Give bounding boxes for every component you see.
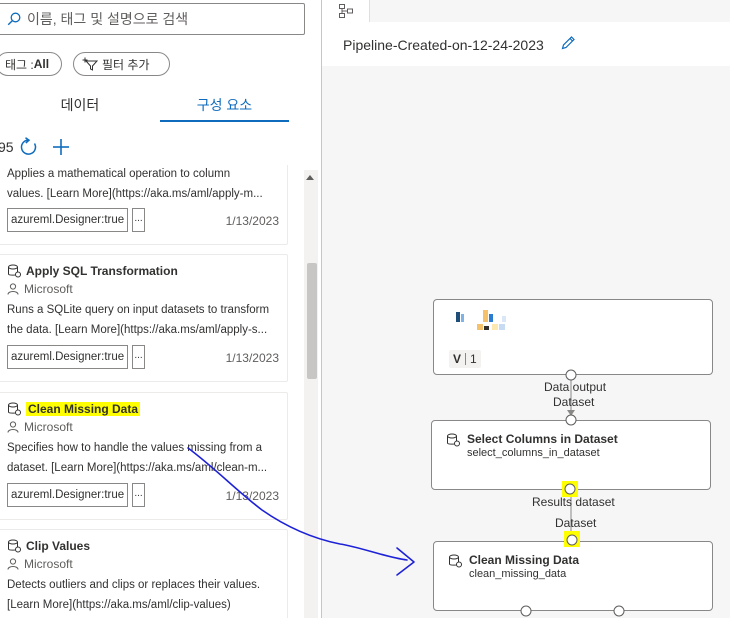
- component-card[interactable]: Applies a mathematical operation to colu…: [0, 165, 288, 245]
- component-description-line: Detects outliers and clips or replaces t…: [7, 579, 261, 591]
- more-tags-button[interactable]: ...: [132, 208, 145, 232]
- add-filter-label: 필터 추가: [102, 57, 150, 72]
- component-card[interactable]: Clean Missing Data Microsoft Specifies h…: [0, 392, 288, 520]
- component-icon: [8, 402, 21, 416]
- component-title: Apply SQL Transformation: [7, 264, 178, 278]
- scroll-up-arrow-icon[interactable]: [306, 175, 314, 180]
- active-tab-indicator: [160, 120, 289, 122]
- port-handle[interactable]: [613, 605, 625, 617]
- component-description-line: Applies a mathematical operation to colu…: [7, 168, 231, 180]
- port-handle[interactable]: [565, 414, 577, 426]
- component-card[interactable]: Clip Values Microsoft Detects outliers a…: [0, 529, 288, 618]
- component-author-text: Microsoft: [24, 557, 73, 571]
- component-tag[interactable]: azureml.Designer:true: [7, 208, 128, 232]
- component-date: 1/13/2023: [225, 351, 279, 365]
- component-list: Applies a mathematical operation to colu…: [0, 165, 302, 618]
- pipeline-ports: [520, 369, 625, 617]
- component-description-line: the data. [Learn More](https://aka.ms/am…: [7, 324, 268, 336]
- component-author: Microsoft: [7, 557, 73, 571]
- port-handle[interactable]: [565, 369, 577, 381]
- component-icon: [8, 539, 21, 553]
- more-tags-button[interactable]: ...: [132, 345, 145, 369]
- component-date: 1/13/2023: [225, 489, 279, 503]
- pipeline-canvas[interactable]: Pipeline-Created-on-12-24-2023 V 1 Selec…: [322, 0, 730, 618]
- port-handle-highlighted[interactable]: [564, 531, 580, 547]
- component-title-text: Clean Missing Data: [26, 402, 141, 416]
- port-handle[interactable]: [520, 605, 532, 617]
- component-count: 95: [0, 139, 14, 155]
- tab-data[interactable]: 데이터: [0, 88, 160, 122]
- person-icon: [7, 283, 19, 295]
- scrollbar-track[interactable]: [304, 170, 318, 618]
- tag-filter-value: All: [33, 57, 50, 71]
- component-author: Microsoft: [7, 420, 73, 434]
- component-author-text: Microsoft: [24, 282, 73, 296]
- component-icon: [8, 264, 21, 278]
- component-title: Clip Values: [7, 539, 90, 553]
- component-author-text: Microsoft: [24, 420, 73, 434]
- component-description-line: Specifies how to handle the values missi…: [7, 442, 263, 454]
- component-card[interactable]: Apply SQL Transformation Microsoft Runs …: [0, 254, 288, 382]
- more-tags-button[interactable]: ...: [132, 483, 145, 507]
- component-panel: 이름, 태그 및 설명으로 검색 태그 : All 필터 추가 데이터 구성 요…: [0, 0, 321, 618]
- tab-components[interactable]: 구성 요소: [160, 88, 289, 122]
- refresh-icon[interactable]: [19, 137, 39, 157]
- component-description-line: [Learn More](https://aka.ms/aml/clip-val…: [7, 599, 231, 611]
- component-date: 1/13/2023: [225, 214, 279, 228]
- component-description-line: dataset. [Learn More](https://aka.ms/aml…: [7, 462, 268, 474]
- search-placeholder: 이름, 태그 및 설명으로 검색: [27, 11, 189, 27]
- tag-filter-pill[interactable]: 태그 : All: [0, 52, 62, 76]
- component-tag[interactable]: azureml.Designer:true: [7, 345, 128, 369]
- port-handle-highlighted[interactable]: [562, 481, 578, 497]
- scrollbar-thumb[interactable]: [307, 263, 317, 379]
- component-title-text: Apply SQL Transformation: [26, 264, 178, 278]
- person-icon: [7, 558, 19, 570]
- search-input[interactable]: 이름, 태그 및 설명으로 검색: [0, 3, 305, 35]
- person-icon: [7, 421, 19, 433]
- component-description-line: values. [Learn More](https://aka.ms/aml/…: [7, 188, 263, 200]
- component-description-line: Runs a SQLite query on input datasets to…: [7, 304, 270, 316]
- add-filter-button[interactable]: 필터 추가: [73, 52, 170, 76]
- add-filter-icon: [82, 57, 98, 71]
- tag-filter-label: 태그 :: [5, 57, 34, 72]
- component-tag[interactable]: azureml.Designer:true: [7, 483, 128, 507]
- add-icon[interactable]: [51, 137, 71, 157]
- search-icon: [7, 12, 21, 26]
- component-author: Microsoft: [7, 282, 73, 296]
- component-title-text: Clip Values: [26, 539, 91, 553]
- component-title: Clean Missing Data: [7, 402, 141, 416]
